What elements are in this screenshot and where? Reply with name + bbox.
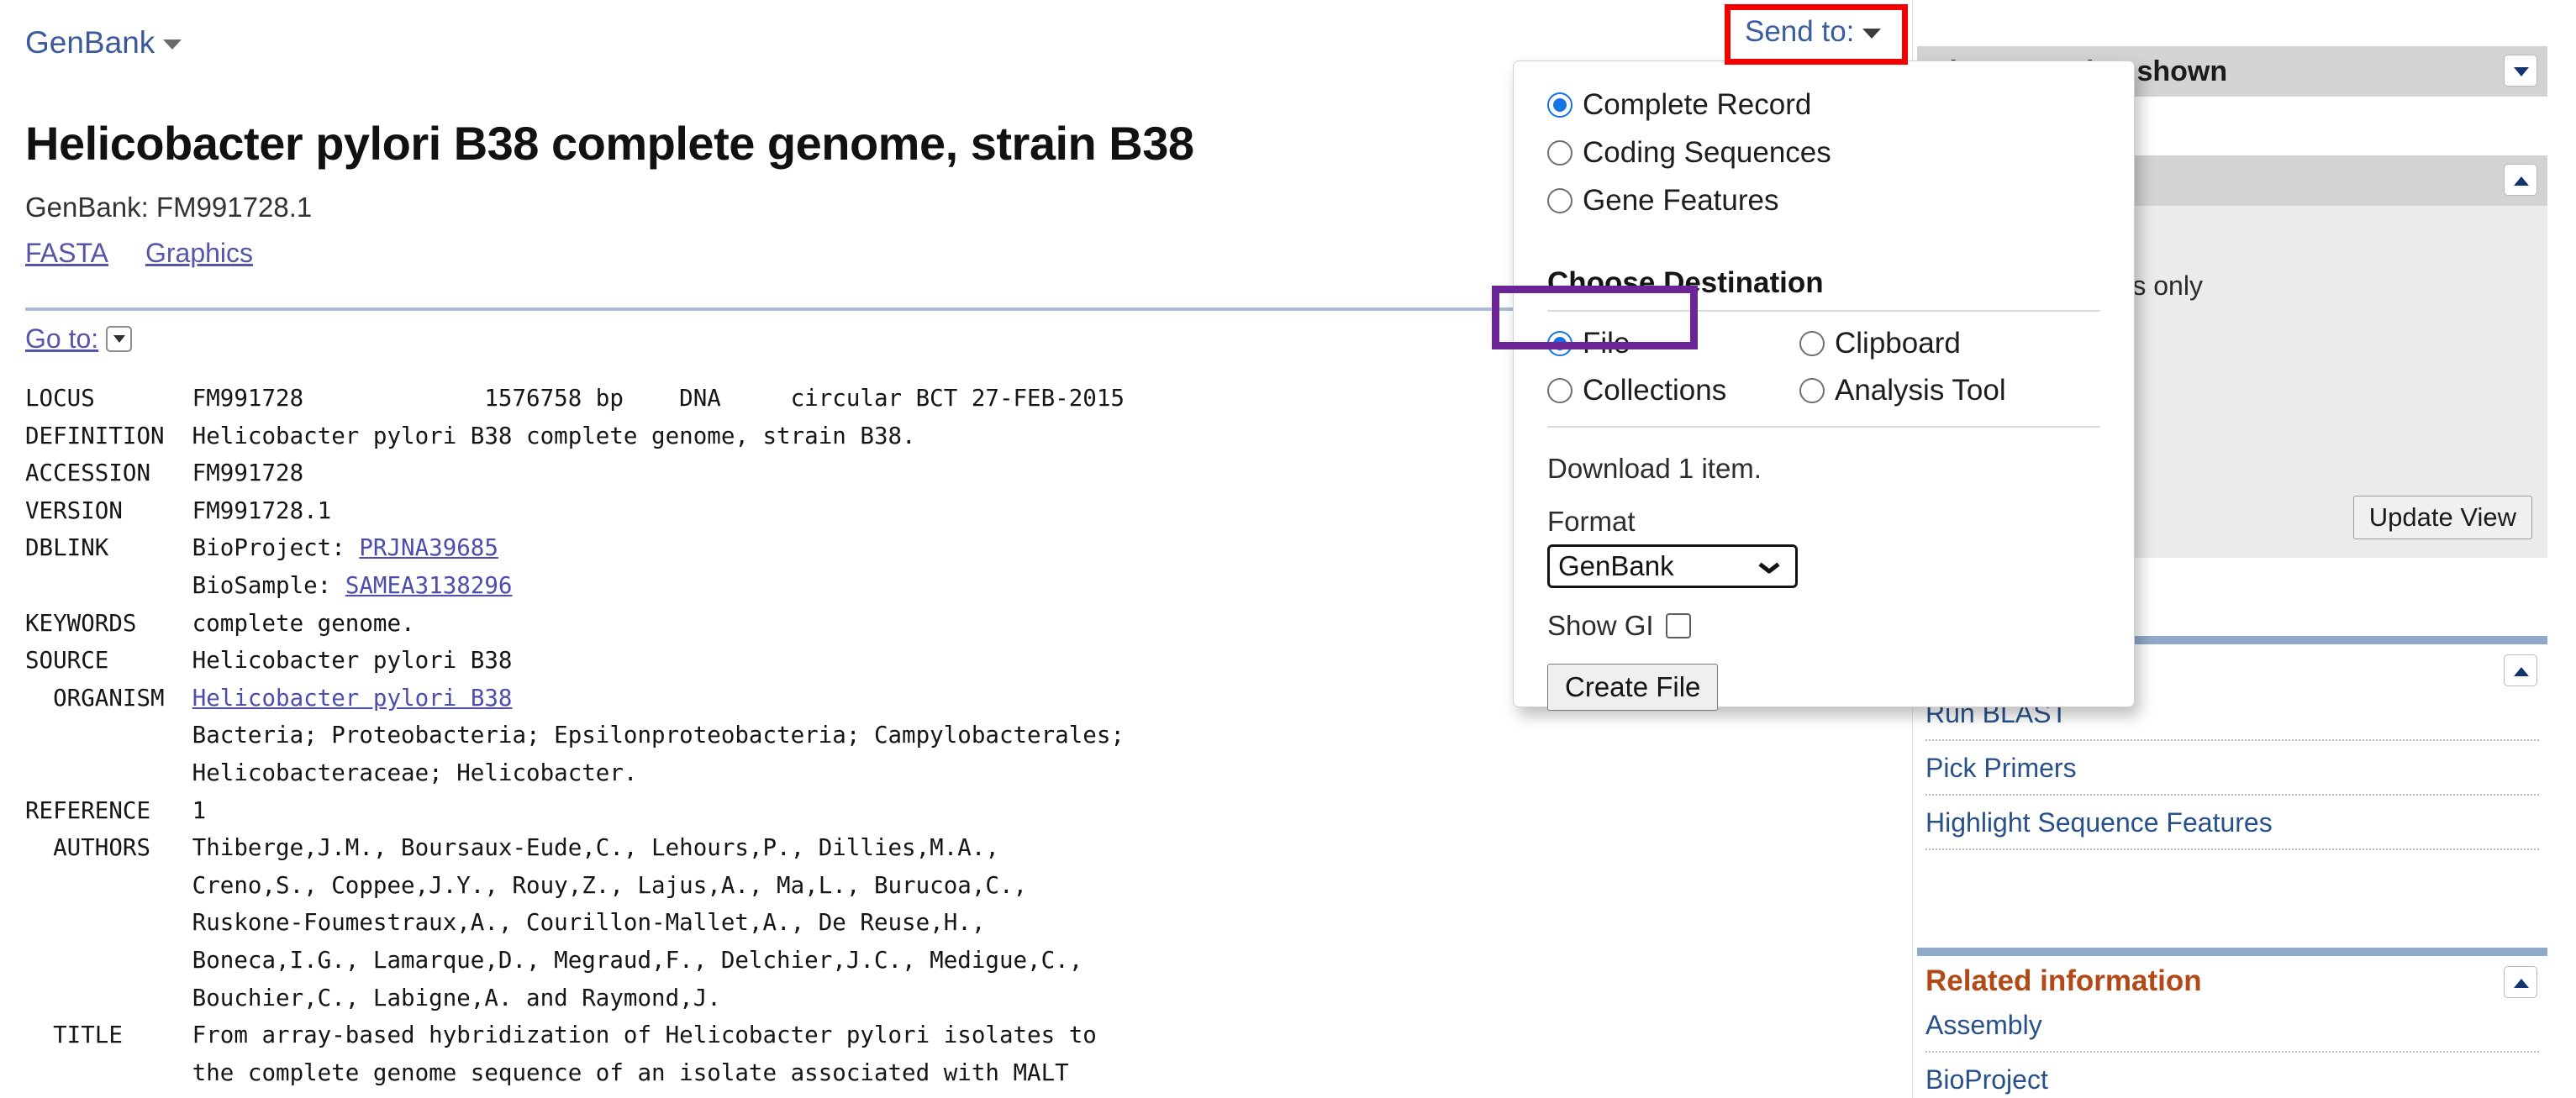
record-option-gene-features[interactable]: Gene Features bbox=[1547, 184, 2100, 218]
flatfile-line: SOURCE Helicobacter pylori B38 bbox=[25, 647, 513, 675]
update-view-button[interactable]: Update View bbox=[2352, 496, 2532, 539]
goto-label[interactable]: Go to: bbox=[25, 323, 98, 355]
radio-icon[interactable] bbox=[1799, 378, 1825, 403]
destination-label: File bbox=[1583, 327, 1630, 360]
database-switch[interactable]: GenBank bbox=[25, 25, 182, 60]
send-to-panel: Complete Record Coding Sequences Gene Fe… bbox=[1513, 60, 2135, 711]
flatfile-line: BioSample: SAMEA3138296 bbox=[25, 571, 513, 599]
assembly-link[interactable]: Assembly bbox=[1925, 998, 2539, 1053]
radio-icon[interactable] bbox=[1547, 188, 1572, 213]
radio-icon[interactable] bbox=[1547, 378, 1572, 403]
flatfile-line: TITLE From array-based hybridization of … bbox=[25, 1022, 1097, 1049]
caret-down-icon bbox=[1862, 28, 1882, 39]
radio-icon[interactable] bbox=[1547, 331, 1572, 356]
flatfile-line: KEYWORDS complete genome. bbox=[25, 609, 415, 637]
record-option-complete-record[interactable]: Complete Record bbox=[1547, 88, 2100, 122]
portlet-related-information: Related information Assembly BioProject bbox=[1917, 948, 2547, 1098]
show-gi-label: Show GI bbox=[1547, 610, 1654, 641]
flatfile-line: Helicobacteraceae; Helicobacter. bbox=[25, 759, 638, 786]
format-select[interactable]: GenBank bbox=[1547, 544, 1798, 588]
radio-icon[interactable] bbox=[1547, 140, 1572, 165]
radio-icon[interactable] bbox=[1547, 92, 1572, 118]
destination-clipboard[interactable]: Clipboard bbox=[1799, 327, 2077, 360]
chevron-up-icon[interactable] bbox=[2504, 654, 2537, 686]
highlight-sequence-features-link[interactable]: Highlight Sequence Features bbox=[1925, 796, 2539, 850]
flatfile-line: DBLINK BioProject: PRJNA39685 bbox=[25, 534, 498, 562]
chevron-down-icon[interactable] bbox=[2504, 55, 2537, 87]
fasta-link[interactable]: FASTA bbox=[25, 238, 108, 268]
show-gi-row[interactable]: Show GI bbox=[1547, 610, 2100, 642]
flatfile-line: REFERENCE 1 bbox=[25, 796, 207, 824]
create-file-button[interactable]: Create File bbox=[1547, 664, 1719, 711]
choose-destination-heading: Choose Destination bbox=[1547, 266, 1824, 299]
chevron-up-icon[interactable] bbox=[2504, 164, 2537, 196]
flatfile-line: ORGANISM Helicobacter pylori B38 bbox=[25, 684, 513, 712]
flatfile-link[interactable]: Helicobacter pylori B38 bbox=[192, 685, 513, 712]
destination-label: Collections bbox=[1583, 374, 1727, 407]
flatfile-line: Creno,S., Coppee,J.Y., Rouy,Z., Lajus,A.… bbox=[25, 871, 1028, 899]
flatfile-line: VERSION FM991728.1 bbox=[25, 496, 332, 524]
flatfile-link[interactable]: PRJNA39685 bbox=[359, 534, 498, 561]
bioproject-link[interactable]: BioProject bbox=[1925, 1053, 2539, 1098]
flatfile-line: the complete genome sequence of an isola… bbox=[25, 1059, 1069, 1086]
chevron-down-box-icon[interactable] bbox=[106, 326, 133, 352]
section-bar bbox=[1917, 948, 2547, 956]
flatfile-link[interactable]: SAMEA3138296 bbox=[345, 572, 513, 599]
chevron-down-icon bbox=[1760, 562, 1778, 572]
format-select-value: GenBank bbox=[1558, 550, 1674, 581]
chevron-up-icon[interactable] bbox=[2504, 966, 2537, 998]
flatfile-line: Bacteria; Proteobacteria; Epsilonproteob… bbox=[25, 722, 1125, 749]
page-title: Helicobacter pylori B38 complete genome,… bbox=[25, 117, 1194, 170]
flatfile-line: Boneca,I.G., Lamarque,D., Megraud,F., De… bbox=[25, 946, 1083, 974]
caret-down-icon bbox=[163, 39, 182, 50]
flatfile-line: Bouchier,C., Labigne,A. and Raymond,J. bbox=[25, 984, 721, 1011]
database-switch-label: GenBank bbox=[25, 25, 155, 60]
portlet-related-title: Related information bbox=[1925, 964, 2202, 997]
record-option-label: Coding Sequences bbox=[1583, 136, 1831, 169]
accession-line: GenBank: FM991728.1 bbox=[25, 192, 313, 223]
genbank-record-page: GenBank Helicobacter pylori B38 complete… bbox=[0, 0, 2576, 1098]
destination-label: Analysis Tool bbox=[1835, 374, 2006, 407]
flatfile-line: ACCESSION FM991728 bbox=[25, 460, 304, 487]
pick-primers-link[interactable]: Pick Primers bbox=[1925, 741, 2539, 796]
divider bbox=[25, 307, 1681, 311]
format-label: Format bbox=[1547, 506, 1636, 537]
flatfile-line: AUTHORS Thiberge,J.M., Boursaux-Eude,C.,… bbox=[25, 834, 999, 862]
graphics-link[interactable]: Graphics bbox=[145, 238, 253, 268]
format-links: FASTA Graphics bbox=[25, 238, 290, 269]
radio-icon[interactable] bbox=[1799, 331, 1825, 356]
destination-collections[interactable]: Collections bbox=[1547, 374, 1799, 407]
panel-divider bbox=[1547, 426, 2100, 428]
flatfile-line: Ruskone-Foumestraux,A., Courillon-Mallet… bbox=[25, 909, 986, 937]
flatfile-line: DEFINITION Helicobacter pylori B38 compl… bbox=[25, 422, 916, 449]
send-to-label: Send to: bbox=[1745, 15, 1855, 48]
destination-label: Clipboard bbox=[1835, 327, 1961, 360]
record-option-label: Complete Record bbox=[1583, 88, 1812, 121]
record-option-label: Gene Features bbox=[1583, 184, 1779, 217]
panel-divider bbox=[1547, 310, 2100, 312]
download-count-text: Download 1 item. bbox=[1547, 453, 1762, 484]
show-gi-checkbox[interactable] bbox=[1665, 613, 1691, 638]
goto-control[interactable]: Go to: bbox=[25, 323, 133, 355]
record-option-coding-sequences[interactable]: Coding Sequences bbox=[1547, 136, 2100, 170]
destination-file[interactable]: File bbox=[1547, 327, 1799, 360]
flatfile-line: LOCUS FM991728 1576758 bp DNA circular B… bbox=[25, 385, 1125, 412]
destination-analysis-tool[interactable]: Analysis Tool bbox=[1799, 374, 2077, 407]
send-to-button[interactable]: Send to: bbox=[1735, 12, 1892, 54]
genbank-flatfile: LOCUS FM991728 1576758 bp DNA circular B… bbox=[25, 380, 1125, 1091]
